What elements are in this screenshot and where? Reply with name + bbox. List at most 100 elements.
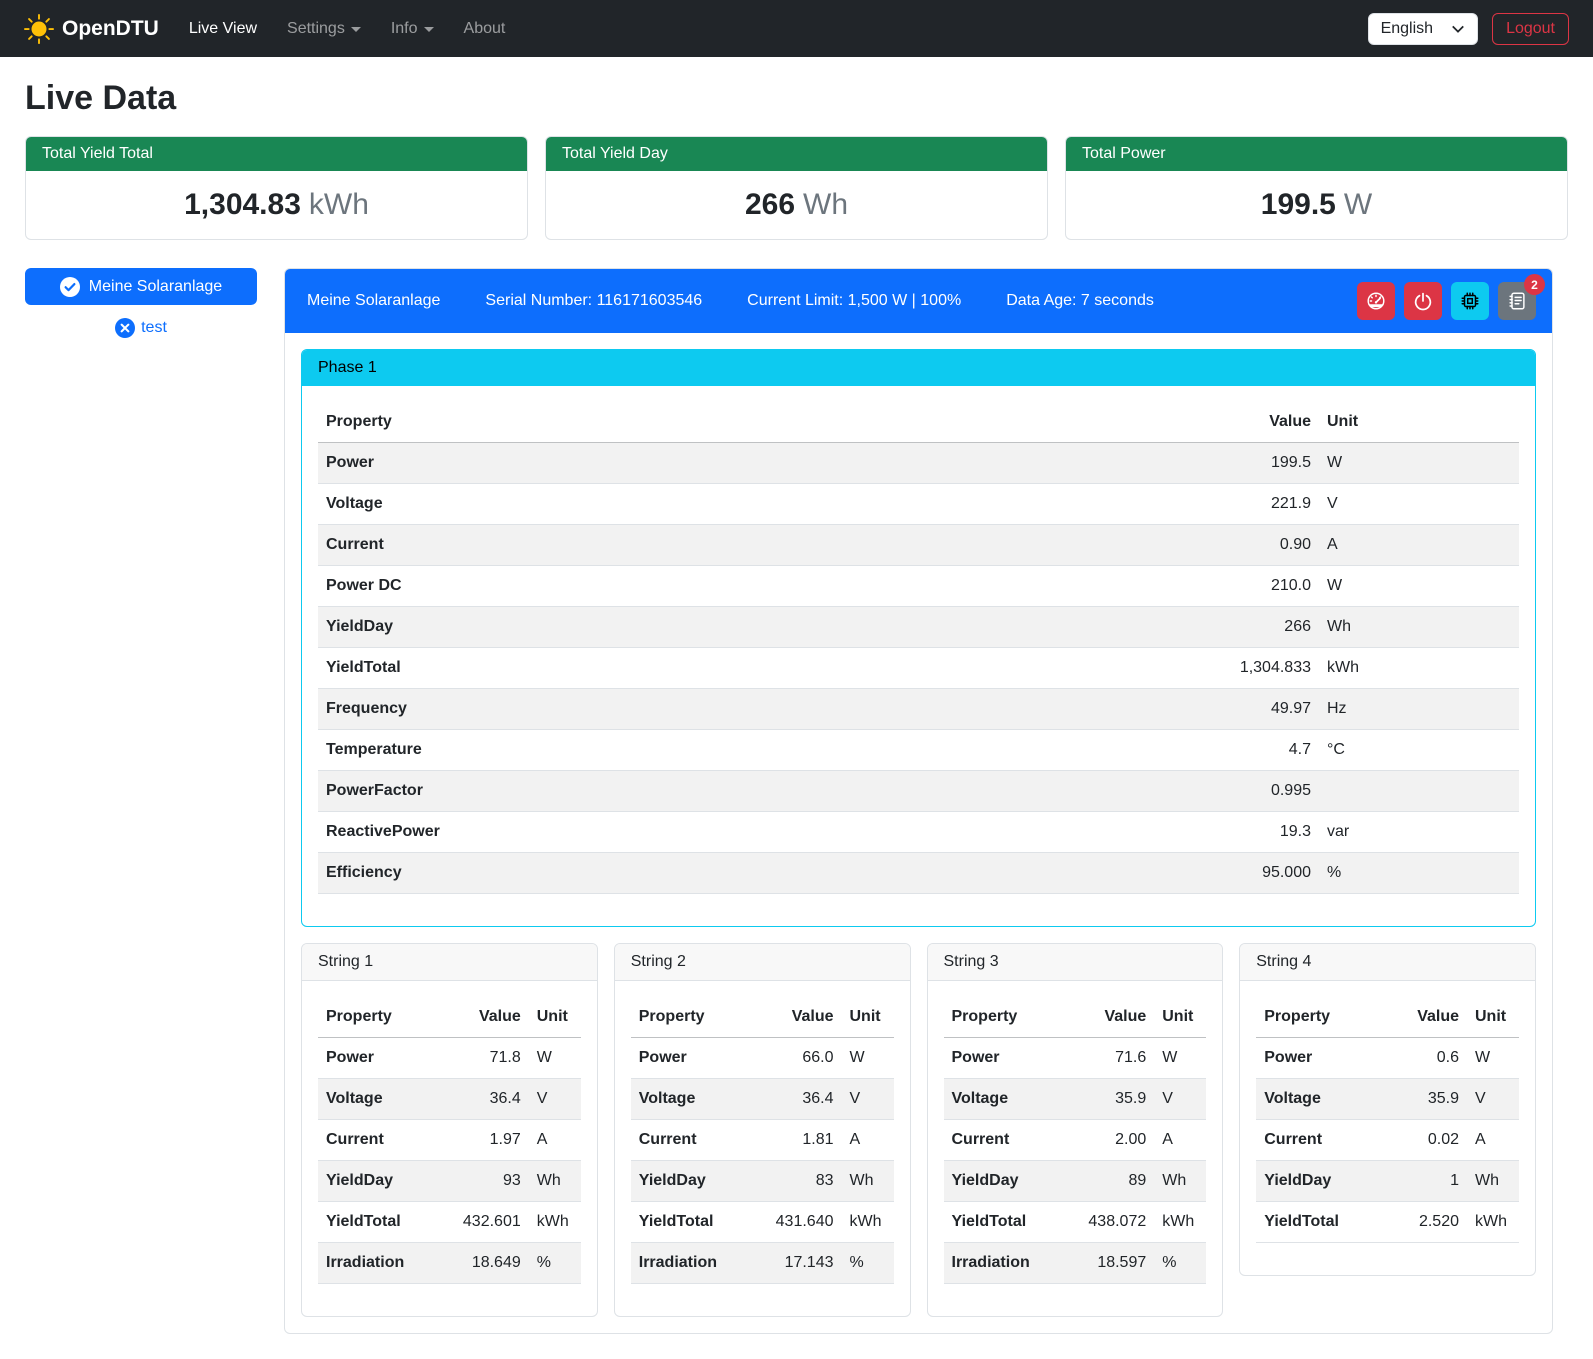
property-cell: Irradiation	[944, 1243, 1063, 1284]
card-value: 266	[745, 188, 795, 221]
strings-row: String 1 Property Value Unit	[301, 943, 1536, 1317]
string-2-card: String 2 Property Value Unit	[614, 943, 911, 1317]
column-header: Property	[944, 997, 1063, 1038]
unit-cell	[1319, 771, 1519, 812]
table-row: Current0.02A	[1256, 1120, 1519, 1161]
property-cell: Power DC	[318, 566, 1199, 607]
property-cell: Voltage	[944, 1079, 1063, 1120]
property-cell: Voltage	[1256, 1079, 1375, 1120]
property-cell: ReactivePower	[318, 812, 1199, 853]
inverter-data-age: Data Age: 7 seconds	[1006, 292, 1154, 310]
card-value: 1,304.83	[184, 188, 301, 221]
inverter-selected-button[interactable]: Meine Solaranlage	[25, 268, 257, 305]
unit-cell: Wh	[1467, 1161, 1519, 1202]
inverter-selector: Meine Solaranlage test	[25, 268, 257, 338]
table-row: Current1.97A	[318, 1120, 581, 1161]
table-row: YieldDay83Wh	[631, 1161, 894, 1202]
brand[interactable]: OpenDTU	[24, 14, 159, 44]
table-row: PowerFactor0.995	[318, 771, 1519, 812]
device-info-button[interactable]	[1451, 282, 1489, 320]
property-cell: Frequency	[318, 689, 1199, 730]
unit-cell: V	[1467, 1079, 1519, 1120]
value-cell: 35.9	[1062, 1079, 1154, 1120]
table-row: Current2.00A	[944, 1120, 1207, 1161]
unit-cell: A	[1319, 525, 1519, 566]
inverter-card-header: Meine Solaranlage Serial Number: 1161716…	[285, 269, 1552, 333]
phase-table: Property Value Unit Power199.5WVoltage22…	[318, 402, 1519, 894]
string-card-title: String 4	[1240, 944, 1535, 981]
column-header: Value	[1375, 997, 1467, 1038]
value-cell: 438.072	[1062, 1202, 1154, 1243]
chevron-down-icon	[351, 27, 361, 32]
chevron-down-icon	[424, 27, 434, 32]
value-cell: 49.97	[1199, 689, 1319, 730]
table-row: Irradiation18.597%	[944, 1243, 1207, 1284]
table-row: Efficiency95.000%	[318, 853, 1519, 894]
value-cell: 0.90	[1199, 525, 1319, 566]
unit-cell: A	[1467, 1120, 1519, 1161]
property-cell: YieldTotal	[318, 648, 1199, 689]
table-row: Voltage221.9V	[318, 484, 1519, 525]
string-2-table: Property Value Unit Power66.0WVoltage36.…	[631, 997, 894, 1284]
table-header-row: Property Value Unit	[318, 402, 1519, 443]
navbar: OpenDTU Live View Settings Info About En…	[0, 0, 1593, 57]
column-header: Value	[1199, 402, 1319, 443]
property-cell: Power	[631, 1038, 750, 1079]
page-content: Live Data Total Yield Total 1,304.83kWh …	[0, 57, 1593, 1334]
value-cell: 36.4	[437, 1079, 529, 1120]
table-header-row: Property Value Unit	[944, 997, 1207, 1038]
nav-item-label: Settings	[287, 20, 345, 38]
unit-cell: Hz	[1319, 689, 1519, 730]
column-header: Property	[318, 997, 437, 1038]
value-cell: 95.000	[1199, 853, 1319, 894]
card-title: Total Power	[1066, 137, 1567, 171]
inverter-alt-item[interactable]: test	[25, 318, 257, 338]
inverter-alt-link[interactable]: test	[141, 319, 167, 337]
inverter-name: Meine Solaranlage	[307, 292, 440, 310]
string-card-title: String 2	[615, 944, 910, 981]
total-yield-day-card: Total Yield Day 266Wh	[545, 136, 1048, 240]
nav-item-info[interactable]: Info	[391, 20, 434, 38]
table-row: YieldDay89Wh	[944, 1161, 1207, 1202]
unit-cell: V	[1154, 1079, 1206, 1120]
property-cell: Voltage	[631, 1079, 750, 1120]
nav-item-label: Live View	[189, 20, 257, 38]
table-row: Voltage36.4V	[631, 1079, 894, 1120]
nav-links: Live View Settings Info About	[189, 20, 1368, 38]
nav-item-live-view[interactable]: Live View	[189, 20, 257, 38]
unit-cell: %	[529, 1243, 581, 1284]
property-cell: Efficiency	[318, 853, 1199, 894]
table-row: Power0.6W	[1256, 1038, 1519, 1079]
string-1-table: Property Value Unit Power71.8WVoltage36.…	[318, 997, 581, 1284]
nav-item-settings[interactable]: Settings	[287, 20, 361, 38]
property-cell: YieldTotal	[318, 1202, 437, 1243]
value-cell: 83	[750, 1161, 842, 1202]
event-log-button[interactable]: 2	[1498, 282, 1536, 320]
unit-cell: A	[842, 1120, 894, 1161]
nav-item-label: Info	[391, 20, 418, 38]
table-row: Power66.0W	[631, 1038, 894, 1079]
value-cell: 432.601	[437, 1202, 529, 1243]
property-cell: Current	[318, 1120, 437, 1161]
nav-item-about[interactable]: About	[464, 20, 506, 38]
value-cell: 71.6	[1062, 1038, 1154, 1079]
property-cell: Power	[318, 443, 1199, 484]
card-unit: W	[1344, 188, 1372, 221]
page-title: Live Data	[25, 79, 1568, 118]
power-button[interactable]	[1404, 282, 1442, 320]
table-row: YieldTotal438.072kWh	[944, 1202, 1207, 1243]
unit-cell: kWh	[1154, 1202, 1206, 1243]
property-cell: YieldDay	[1256, 1161, 1375, 1202]
cpu-icon	[1459, 290, 1481, 312]
string-4-card: String 4 Property Value Unit	[1239, 943, 1536, 1276]
logout-button[interactable]: Logout	[1492, 13, 1569, 45]
string-card-title: String 1	[302, 944, 597, 981]
property-cell: YieldTotal	[631, 1202, 750, 1243]
limit-settings-button[interactable]	[1357, 282, 1395, 320]
power-icon	[1412, 290, 1434, 312]
language-select[interactable]: English	[1368, 13, 1478, 45]
value-cell: 210.0	[1199, 566, 1319, 607]
unit-cell: °C	[1319, 730, 1519, 771]
value-cell: 0.995	[1199, 771, 1319, 812]
unit-cell: %	[1154, 1243, 1206, 1284]
